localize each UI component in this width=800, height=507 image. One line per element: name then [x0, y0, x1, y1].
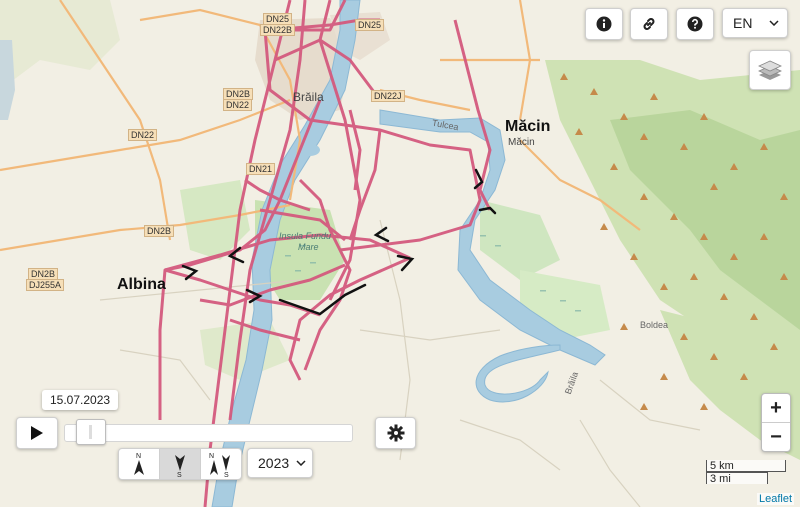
zoom-in-button[interactable]: +	[762, 394, 790, 422]
road-shield-dn2b-b: DN2B	[144, 225, 175, 237]
date-tooltip: 15.07.2023	[42, 390, 119, 410]
north-arrow-icon: N	[134, 453, 144, 475]
help-icon	[687, 16, 703, 32]
place-label-braila: Brăila	[293, 90, 324, 104]
south-arrow-icon: S	[175, 455, 185, 477]
road-shield-dn22-b: DN22	[128, 129, 158, 141]
zoom-out-button[interactable]: −	[762, 422, 790, 451]
road-shield-dn22j: DN22J	[371, 90, 405, 102]
road-shield-dn21: DN21	[246, 163, 276, 175]
direction-toggle-group: N S N S	[118, 448, 242, 480]
svg-text:N: N	[136, 453, 141, 460]
place-label-macin: Măcin	[505, 118, 551, 135]
direction-south-button[interactable]: S	[160, 449, 201, 479]
place-label-macin-small: Măcin	[508, 137, 535, 148]
road-shield-dn22b-top: DN22B	[260, 24, 296, 36]
svg-text:N: N	[209, 453, 214, 460]
map[interactable]: Albina Măcin Măcin Brăila Insula Fundu M…	[0, 0, 800, 507]
svg-text:S: S	[177, 472, 182, 477]
language-select[interactable]: EN	[722, 8, 788, 38]
layers-icon	[758, 60, 782, 80]
attribution-link[interactable]: Leaflet	[756, 493, 794, 505]
timeline-slider[interactable]	[64, 424, 353, 442]
info-button[interactable]	[585, 8, 623, 40]
svg-text:S: S	[224, 472, 229, 477]
north-south-arrow-icon: N S	[209, 453, 230, 477]
place-label-albina: Albina	[117, 276, 166, 293]
timeline-slider-handle[interactable]	[76, 419, 107, 445]
play-button[interactable]	[16, 417, 58, 449]
road-shield-dn25-right: DN25	[355, 19, 385, 31]
scale-metric: 5 km	[706, 460, 786, 472]
link-button[interactable]	[630, 8, 668, 40]
gear-icon	[387, 424, 404, 442]
info-icon	[596, 16, 612, 32]
chevron-down-icon	[296, 460, 306, 466]
scale-imperial: 3 mi	[706, 472, 768, 485]
link-icon	[643, 18, 655, 30]
layers-button[interactable]	[749, 50, 791, 90]
language-value: EN	[733, 15, 753, 31]
zoom-control: + −	[761, 393, 791, 452]
road-shield-dj255a: DJ255A	[26, 279, 65, 291]
scale-bar: 5 km 3 mi	[706, 460, 786, 485]
play-icon	[31, 426, 43, 440]
direction-both-button[interactable]: N S	[201, 449, 241, 479]
chevron-down-icon	[769, 20, 779, 26]
place-label-insula-2: Mare	[298, 242, 319, 252]
place-label-insula: Insula Fundu	[279, 231, 332, 241]
help-button[interactable]	[676, 8, 714, 40]
settings-button[interactable]	[375, 417, 416, 449]
year-select[interactable]: 2023	[247, 448, 313, 478]
year-value: 2023	[258, 455, 290, 471]
road-shield-dn22-a: DN22	[223, 99, 253, 111]
direction-north-button[interactable]: N	[119, 449, 160, 479]
place-label-boldea: Boldea	[640, 320, 669, 330]
